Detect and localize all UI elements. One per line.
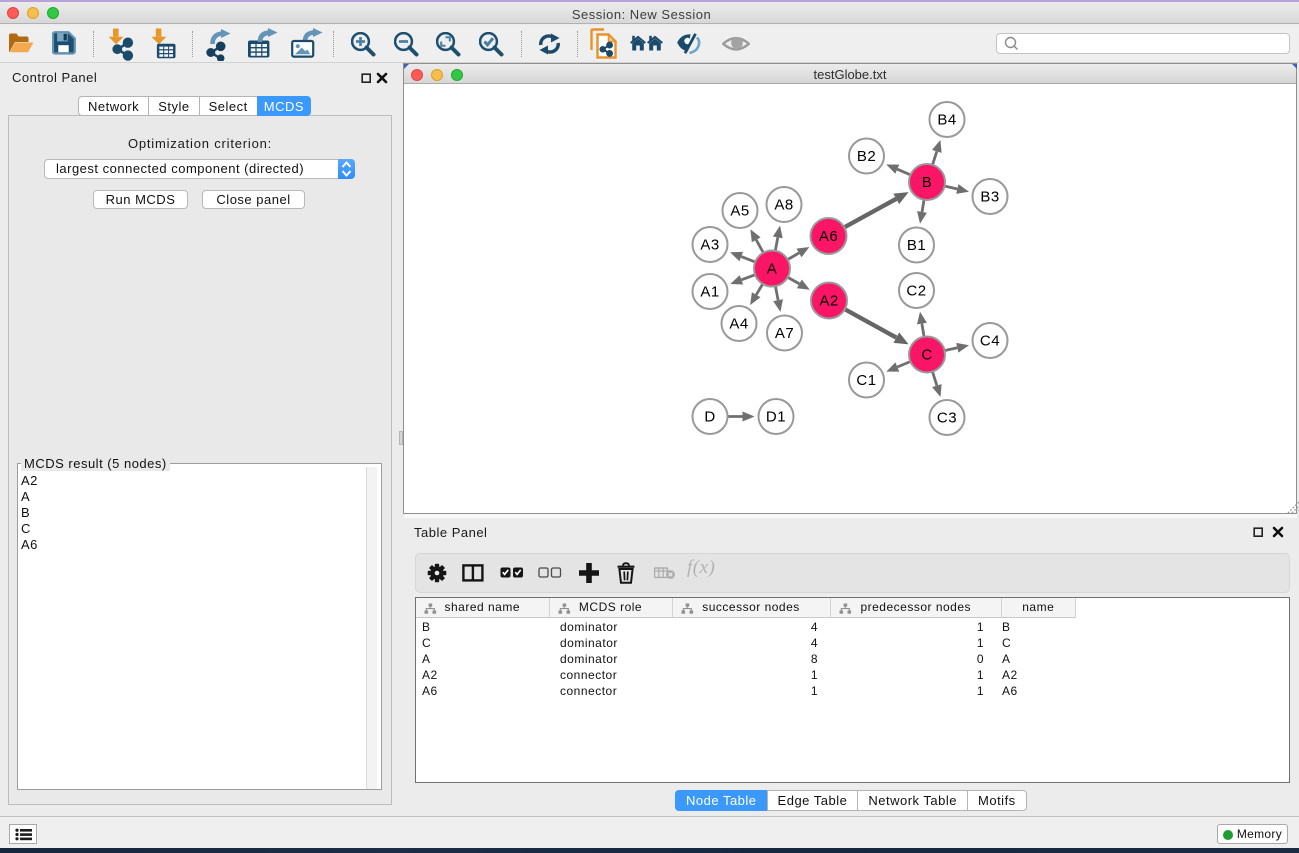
svg-text:B3: B3 — [980, 189, 999, 206]
svg-text:A5: A5 — [730, 203, 749, 220]
svg-text:A: A — [767, 261, 778, 278]
svg-text:B1: B1 — [907, 237, 926, 254]
svg-text:A1: A1 — [700, 284, 719, 301]
svg-text:A3: A3 — [700, 237, 719, 254]
svg-text:C1: C1 — [856, 372, 876, 389]
svg-text:C2: C2 — [906, 283, 926, 300]
svg-text:D1: D1 — [766, 409, 786, 426]
svg-text:B4: B4 — [937, 112, 956, 129]
svg-text:D: D — [704, 409, 715, 426]
svg-text:C4: C4 — [980, 333, 1000, 350]
svg-text:B2: B2 — [857, 148, 876, 165]
svg-text:A4: A4 — [729, 316, 748, 333]
svg-text:A2: A2 — [819, 293, 838, 310]
svg-text:C3: C3 — [937, 410, 957, 427]
svg-text:A8: A8 — [774, 197, 793, 214]
svg-text:B: B — [922, 174, 933, 191]
svg-text:C: C — [921, 347, 932, 364]
svg-text:A6: A6 — [819, 228, 838, 245]
svg-text:A7: A7 — [775, 325, 794, 342]
